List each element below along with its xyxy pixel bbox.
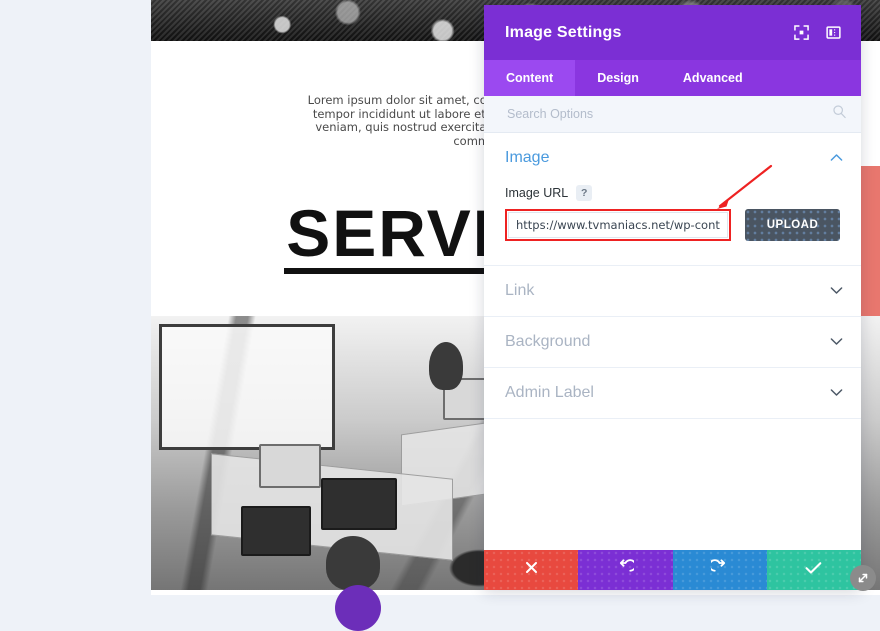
section-admin-label-label: Admin Label: [505, 384, 594, 401]
section-admin-label: Admin Label: [484, 368, 861, 419]
floating-purple-bubble[interactable]: [335, 585, 381, 631]
section-background: Background: [484, 317, 861, 368]
help-icon[interactable]: ?: [576, 185, 593, 201]
image-url-highlight: [505, 209, 731, 241]
panel-tabs: Content Design Advanced: [484, 60, 861, 96]
upload-button[interactable]: UPLOAD: [745, 209, 840, 241]
close-icon: [524, 560, 539, 580]
search-icon[interactable]: [832, 104, 847, 124]
search-input[interactable]: [505, 106, 832, 122]
photo-monitor: [259, 444, 321, 488]
image-url-label-row: Image URL ?: [505, 185, 840, 201]
image-settings-panel: Image Settings Content Design Advanced S…: [484, 5, 861, 590]
section-image: Image Image URL ? UPLOAD: [484, 133, 861, 266]
section-background-label: Background: [505, 333, 591, 350]
photo-monitor: [321, 478, 397, 530]
undo-icon: [617, 559, 637, 581]
panel-action-bar: [484, 550, 861, 590]
cancel-button[interactable]: [484, 550, 579, 590]
section-image-label: Image: [505, 149, 550, 166]
section-image-content: Image URL ? UPLOAD: [484, 183, 861, 265]
tab-advanced[interactable]: Advanced: [661, 60, 765, 96]
section-image-header[interactable]: Image: [484, 133, 861, 183]
photo-person: [326, 536, 380, 590]
image-url-input[interactable]: [508, 212, 728, 238]
image-url-label: Image URL: [505, 186, 569, 200]
tab-content[interactable]: Content: [484, 60, 576, 96]
panel-title: Image Settings: [505, 23, 622, 41]
save-button[interactable]: [766, 550, 861, 590]
section-link-label: Link: [505, 282, 535, 299]
chevron-down-icon[interactable]: [830, 387, 843, 399]
redo-button[interactable]: [672, 550, 767, 590]
chevron-up-icon[interactable]: [830, 152, 843, 164]
panel-layout-icon[interactable]: [819, 19, 847, 47]
image-url-row: UPLOAD: [505, 209, 840, 241]
redo-icon: [708, 559, 728, 581]
undo-button[interactable]: [578, 550, 673, 590]
section-admin-label-header[interactable]: Admin Label: [484, 368, 861, 418]
search-options-row: [484, 96, 861, 133]
tab-design[interactable]: Design: [575, 60, 661, 96]
check-icon: [805, 561, 822, 580]
section-background-header[interactable]: Background: [484, 317, 861, 367]
photo-monitor: [241, 506, 311, 556]
section-link-header[interactable]: Link: [484, 266, 861, 316]
panel-header: Image Settings: [484, 5, 861, 60]
section-link: Link: [484, 266, 861, 317]
chevron-down-icon[interactable]: [830, 285, 843, 297]
fullscreen-icon[interactable]: [787, 19, 815, 47]
photo-person: [429, 342, 463, 390]
photo-window: [159, 324, 335, 450]
panel-body[interactable]: Image Image URL ? UPLOAD: [484, 133, 861, 550]
resize-handle-icon[interactable]: [850, 565, 876, 591]
chevron-down-icon[interactable]: [830, 336, 843, 348]
